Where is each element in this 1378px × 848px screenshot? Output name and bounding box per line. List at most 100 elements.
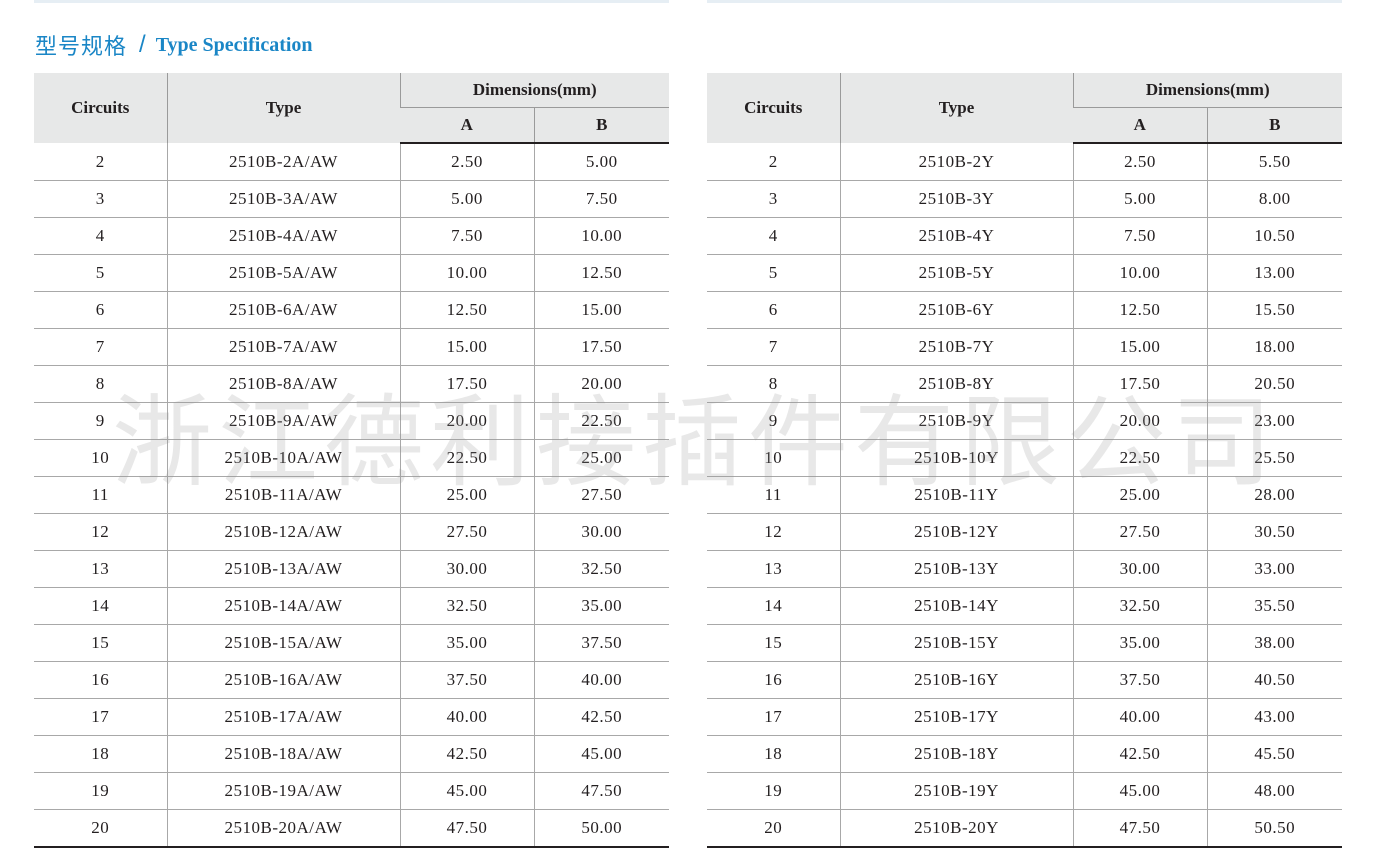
table-row: 4 2510B-4Y 7.50 10.50 [707, 217, 1342, 255]
cell-dim-b: 42.50 [533, 698, 669, 736]
cell-type: 2510B-18A/AW [166, 735, 400, 773]
table-row: 9 2510B-9A/AW 20.00 22.50 [34, 402, 669, 440]
cell-circuits: 16 [34, 661, 167, 699]
table-row: 20 2510B-20Y 47.50 50.50 [707, 809, 1342, 848]
cell-dim-b: 35.00 [533, 587, 669, 625]
cell-circuits: 19 [34, 772, 167, 810]
cell-type: 2510B-16A/AW [166, 661, 400, 699]
cell-type: 2510B-13Y [839, 550, 1073, 588]
cell-dim-a: 20.00 [1072, 402, 1207, 440]
col-header-a: A [400, 107, 534, 144]
cell-dim-a: 45.00 [399, 772, 534, 810]
cell-type: 2510B-9A/AW [166, 402, 400, 440]
table-row: 19 2510B-19A/AW 45.00 47.50 [34, 772, 669, 810]
table-row: 15 2510B-15Y 35.00 38.00 [707, 624, 1342, 662]
cell-type: 2510B-2A/AW [166, 143, 400, 181]
cell-dim-a: 2.50 [399, 143, 534, 181]
cell-dim-a: 17.50 [1072, 365, 1207, 403]
table-row: 16 2510B-16Y 37.50 40.50 [707, 661, 1342, 699]
cell-type: 2510B-15Y [839, 624, 1073, 662]
cell-circuits: 5 [707, 254, 840, 292]
cell-dim-a: 32.50 [399, 587, 534, 625]
col-header-b: B [1206, 107, 1342, 144]
cell-dim-b: 50.50 [1206, 809, 1342, 848]
cell-circuits: 10 [707, 439, 840, 477]
spec-table-right: Circuits Type Dimensions(mm) A B 2 2510B-… [707, 73, 1342, 848]
cell-dim-a: 45.00 [1072, 772, 1207, 810]
cell-type: 2510B-16Y [839, 661, 1073, 699]
cell-type: 2510B-12Y [839, 513, 1073, 551]
table-row: 14 2510B-14A/AW 32.50 35.00 [34, 587, 669, 625]
cell-circuits: 8 [707, 365, 840, 403]
cell-dim-a: 47.50 [399, 809, 534, 848]
cell-circuits: 14 [707, 587, 840, 625]
table-row: 2 2510B-2A/AW 2.50 5.00 [34, 143, 669, 181]
cell-type: 2510B-14A/AW [166, 587, 400, 625]
cell-dim-b: 38.00 [1206, 624, 1342, 662]
cell-circuits: 11 [34, 476, 167, 514]
cell-circuits: 5 [34, 254, 167, 292]
cell-dim-b: 10.00 [533, 217, 669, 255]
cell-dim-a: 42.50 [399, 735, 534, 773]
cell-dim-a: 10.00 [399, 254, 534, 292]
cell-type: 2510B-8Y [839, 365, 1073, 403]
cell-circuits: 7 [34, 328, 167, 366]
table-row: 8 2510B-8Y 17.50 20.50 [707, 365, 1342, 403]
cell-circuits: 14 [34, 587, 167, 625]
cell-type: 2510B-7Y [839, 328, 1073, 366]
cell-dim-b: 47.50 [533, 772, 669, 810]
table-row: 6 2510B-6A/AW 12.50 15.00 [34, 291, 669, 329]
cell-dim-a: 15.00 [1072, 328, 1207, 366]
cell-type: 2510B-7A/AW [166, 328, 400, 366]
cell-dim-b: 28.00 [1206, 476, 1342, 514]
cell-dim-a: 17.50 [399, 365, 534, 403]
cell-dim-a: 7.50 [1072, 217, 1207, 255]
cell-dim-a: 25.00 [399, 476, 534, 514]
cell-dim-a: 32.50 [1072, 587, 1207, 625]
cell-dim-a: 7.50 [399, 217, 534, 255]
cell-dim-a: 37.50 [399, 661, 534, 699]
page-title-separator: / [139, 31, 146, 58]
cell-circuits: 4 [34, 217, 167, 255]
cell-dim-b: 12.50 [533, 254, 669, 292]
cell-circuits: 8 [34, 365, 167, 403]
col-header-a: A [1073, 107, 1207, 144]
top-divider-right [707, 0, 1342, 3]
cell-type: 2510B-3Y [839, 180, 1073, 218]
cell-type: 2510B-13A/AW [166, 550, 400, 588]
table-row: 12 2510B-12Y 27.50 30.50 [707, 513, 1342, 551]
cell-type: 2510B-17A/AW [166, 698, 400, 736]
table-row: 5 2510B-5A/AW 10.00 12.50 [34, 254, 669, 292]
cell-circuits: 2 [707, 143, 840, 181]
cell-circuits: 17 [707, 698, 840, 736]
cell-circuits: 20 [707, 809, 840, 848]
table-row: 12 2510B-12A/AW 27.50 30.00 [34, 513, 669, 551]
cell-circuits: 12 [34, 513, 167, 551]
table-row: 15 2510B-15A/AW 35.00 37.50 [34, 624, 669, 662]
cell-circuits: 17 [34, 698, 167, 736]
spec-table-body: 2 2510B-2Y 2.50 5.50 3 2510B-3Y 5.00 8.00 4 2510B… [707, 143, 1342, 848]
cell-dim-b: 8.00 [1206, 180, 1342, 218]
cell-type: 2510B-20Y [839, 809, 1073, 848]
cell-circuits: 6 [707, 291, 840, 329]
cell-dim-b: 13.00 [1206, 254, 1342, 292]
cell-circuits: 13 [707, 550, 840, 588]
table-row: 6 2510B-6Y 12.50 15.50 [707, 291, 1342, 329]
cell-dim-b: 37.50 [533, 624, 669, 662]
cell-type: 2510B-18Y [839, 735, 1073, 773]
cell-dim-a: 2.50 [1072, 143, 1207, 181]
cell-circuits: 3 [707, 180, 840, 218]
cell-dim-a: 5.00 [1072, 180, 1207, 218]
cell-type: 2510B-5Y [839, 254, 1073, 292]
table-row: 11 2510B-11A/AW 25.00 27.50 [34, 476, 669, 514]
cell-type: 2510B-15A/AW [166, 624, 400, 662]
table-row: 3 2510B-3A/AW 5.00 7.50 [34, 180, 669, 218]
table-row: 10 2510B-10Y 22.50 25.50 [707, 439, 1342, 477]
cell-dim-b: 40.00 [533, 661, 669, 699]
table-row: 16 2510B-16A/AW 37.50 40.00 [34, 661, 669, 699]
cell-dim-a: 22.50 [1072, 439, 1207, 477]
col-header-type: Type [166, 73, 400, 143]
col-header-circuits: Circuits [34, 73, 167, 143]
cell-circuits: 9 [707, 402, 840, 440]
cell-circuits: 18 [34, 735, 167, 773]
